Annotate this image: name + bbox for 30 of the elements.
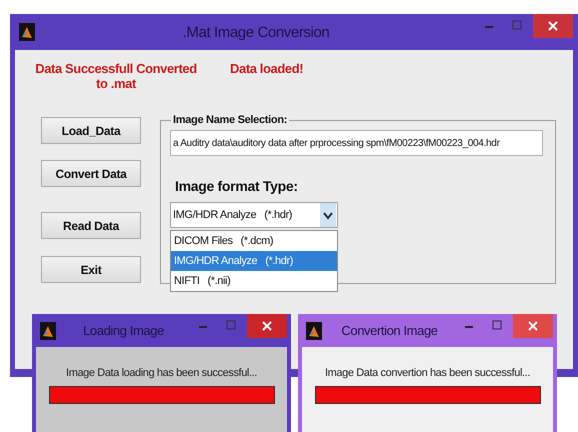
dialog-title: Convertion Image — [340, 323, 439, 338]
action-button[interactable]: Exit — [41, 256, 141, 283]
dropdown-option[interactable]: DICOM Files (*.dcm) — [171, 231, 337, 251]
format-dropdown[interactable]: IMG/HDR Analyze (*.hdr) — [170, 202, 338, 228]
close-icon — [262, 321, 272, 331]
path-field[interactable]: a Auditry data\auditory data after prprocessing spm\fM00223\fM00223_004.hdr — [170, 130, 543, 156]
close-button[interactable] — [513, 314, 553, 338]
close-icon — [528, 321, 538, 331]
group-title: Image Name Selection: — [172, 114, 288, 126]
action-button[interactable]: Read Data — [41, 212, 141, 239]
format-label: Image format Type: — [175, 178, 298, 194]
app-icon — [306, 322, 322, 340]
app-icon — [19, 23, 35, 41]
close-button[interactable] — [533, 14, 573, 38]
window-title: .Mat Image Conversion — [182, 24, 330, 40]
dialog-message: Image Data convertion has been successful... — [325, 367, 530, 379]
maximize-icon — [226, 320, 236, 330]
status-message: Data loaded! — [230, 61, 304, 78]
maximize-icon — [512, 20, 522, 30]
close-icon — [548, 21, 558, 31]
close-button[interactable] — [247, 314, 287, 338]
action-button[interactable]: Convert Data — [41, 160, 141, 187]
action-button[interactable]: Load_Data — [41, 117, 141, 144]
app-icon — [40, 322, 56, 340]
dropdown-option[interactable]: IMG/HDR Analyze (*.hdr) — [171, 251, 337, 271]
status-message: Data Successfull Converted to .mat — [34, 61, 198, 93]
dropdown-option[interactable]: NIFTI (*.nii) — [171, 271, 337, 291]
dialog-message: Image Data loading has been successful... — [66, 367, 257, 379]
maximize-icon — [492, 320, 502, 330]
dialog-title: Loading Image — [82, 323, 165, 338]
